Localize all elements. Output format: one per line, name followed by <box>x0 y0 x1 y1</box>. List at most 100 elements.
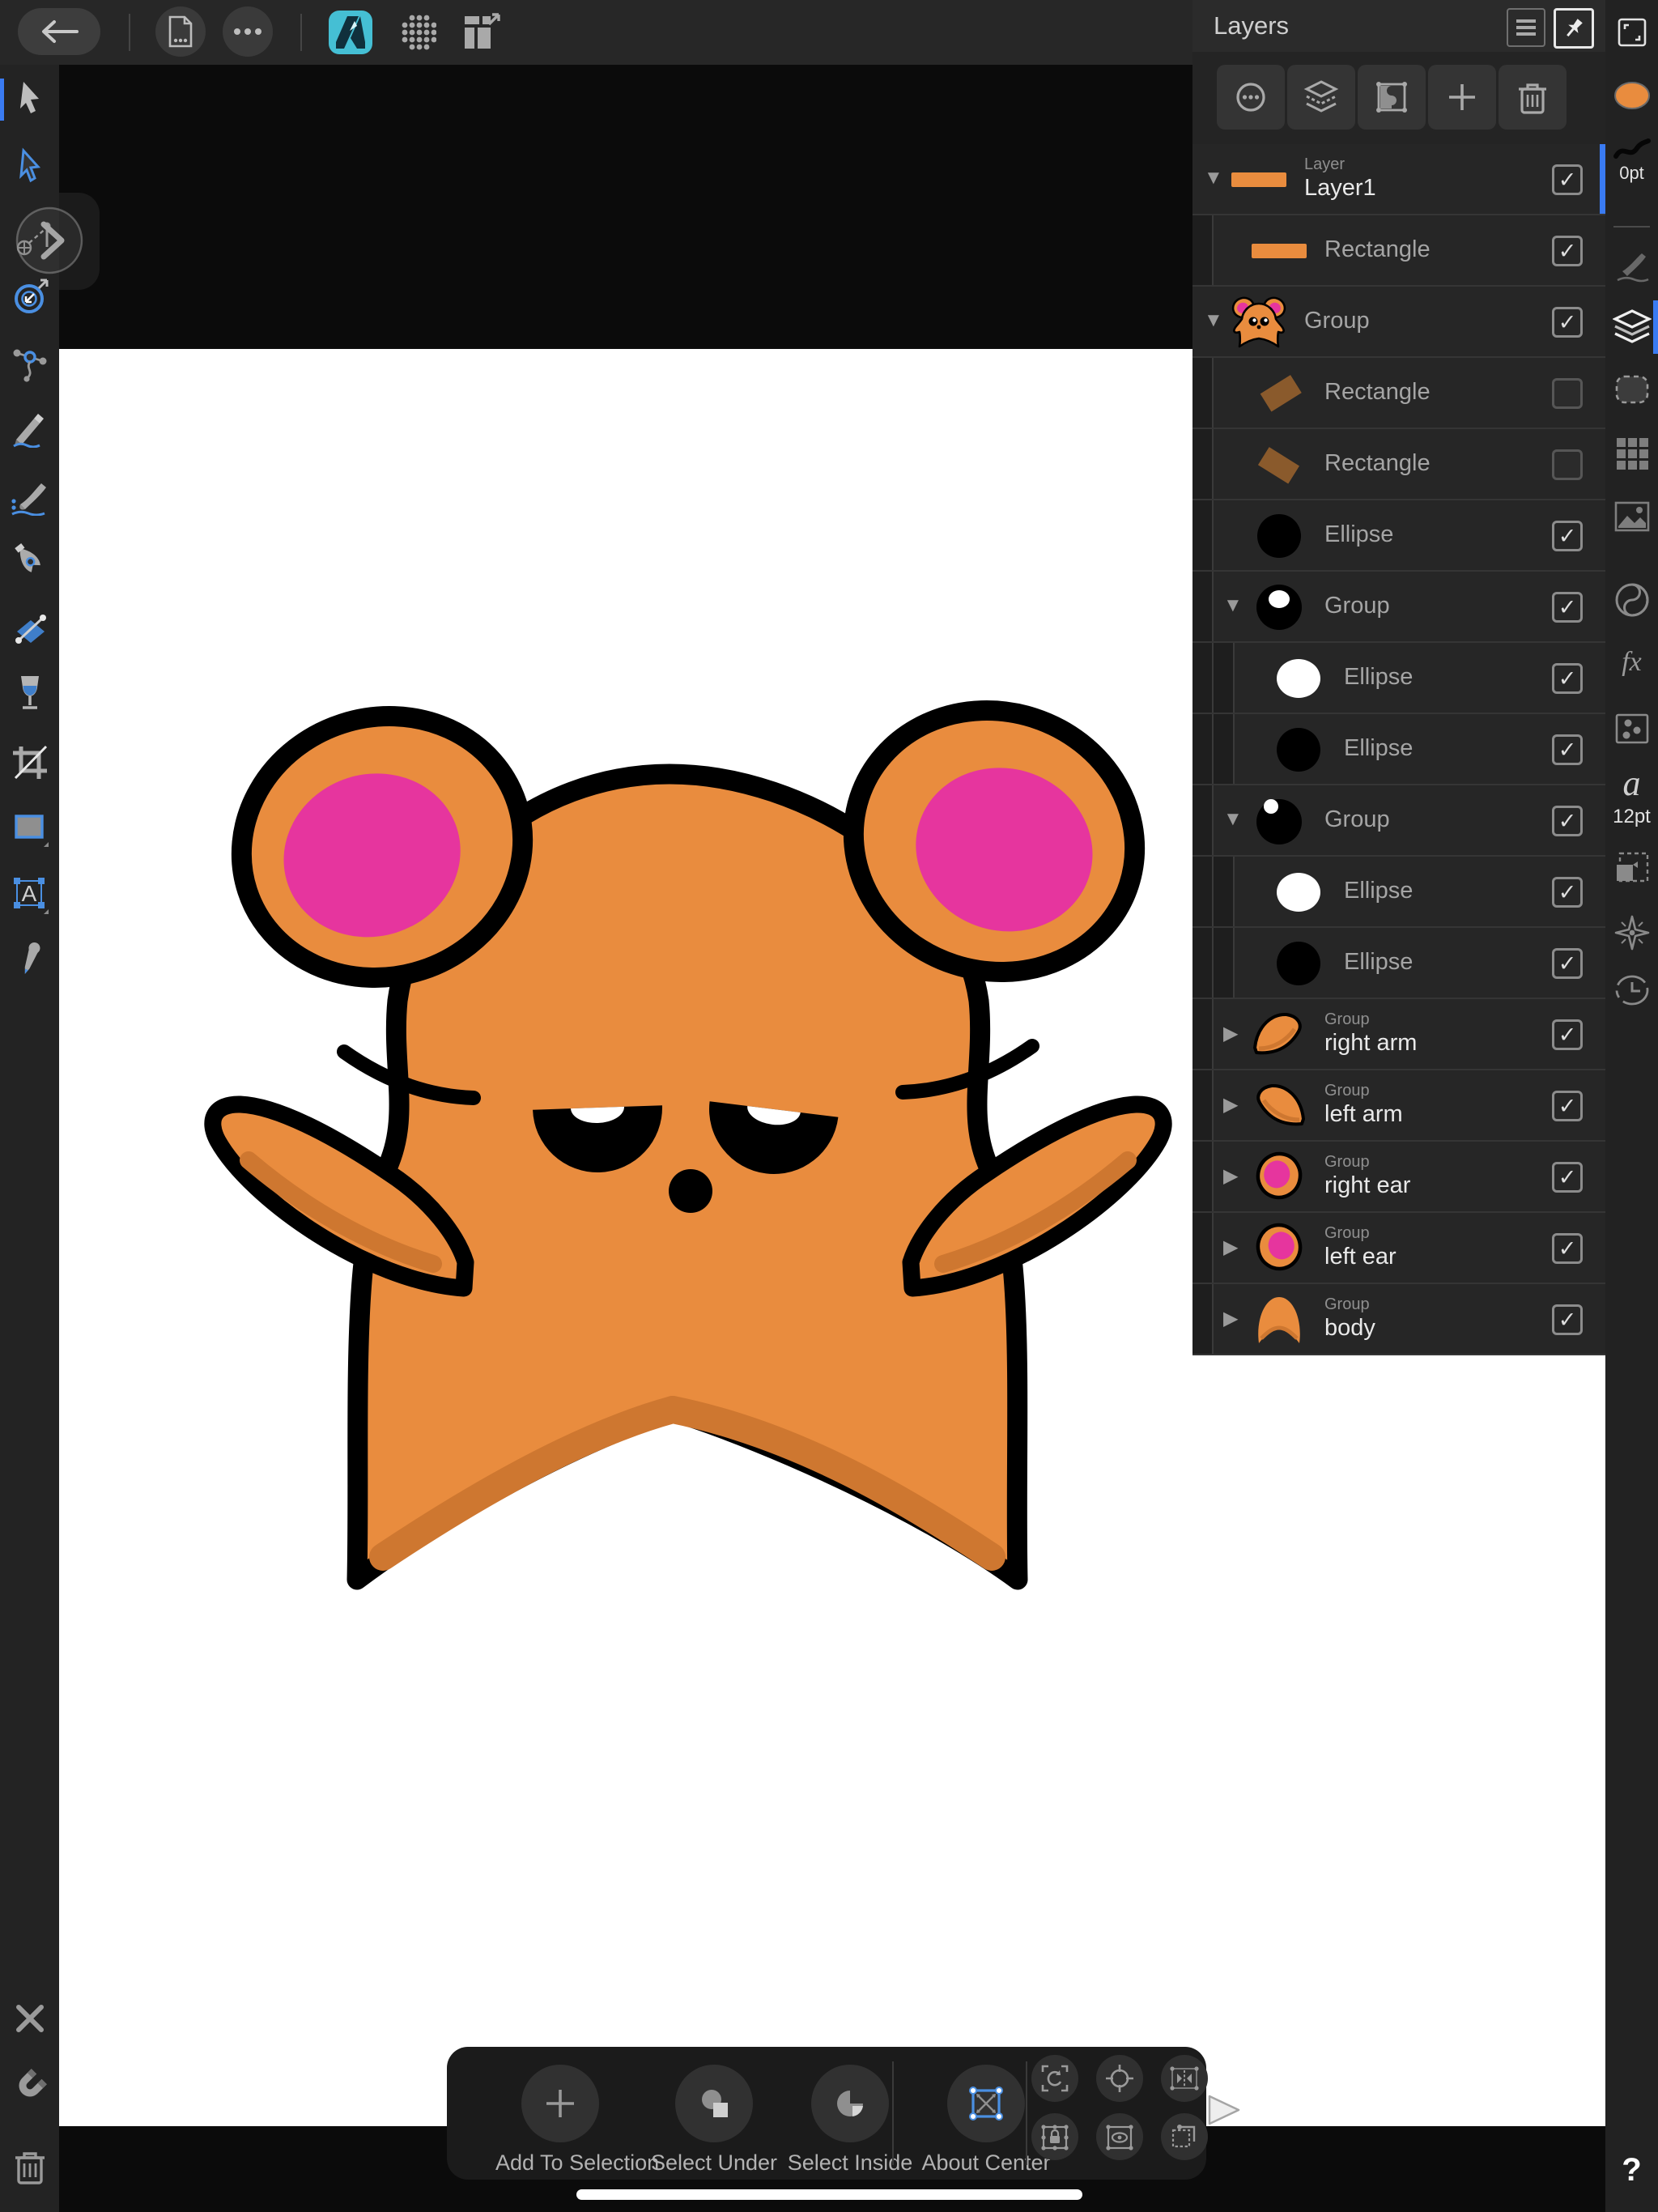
flip-button[interactable] <box>1161 2055 1208 2102</box>
visibility-button[interactable] <box>1096 2113 1143 2160</box>
visibility-checkbox[interactable]: ✓ <box>1552 1304 1583 1335</box>
list-options-button[interactable] <box>1507 8 1545 47</box>
stack-button[interactable] <box>1287 65 1355 130</box>
tool-drawer-handle[interactable] <box>11 202 87 279</box>
layer-row-ellipse[interactable]: Ellipse✓ <box>1192 928 1605 999</box>
point-transform-tool[interactable] <box>0 271 59 323</box>
trash-button[interactable] <box>1499 65 1567 130</box>
visibility-checkbox[interactable]: ✓ <box>1552 1091 1583 1121</box>
visibility-checkbox[interactable] <box>1552 378 1583 409</box>
collapse-triangle-icon[interactable]: ▼ <box>1223 808 1243 831</box>
layer-row-ellipse[interactable]: Ellipse✓ <box>1192 500 1605 572</box>
layer-row-left-ear[interactable]: ▶Groupleft ear✓ <box>1192 1213 1605 1284</box>
active-color-swatch[interactable] <box>1605 65 1658 126</box>
snapping-tool[interactable] <box>0 2060 59 2112</box>
visibility-checkbox[interactable]: ✓ <box>1552 307 1583 338</box>
expand-triangle-icon[interactable]: ▶ <box>1223 1236 1238 1259</box>
move-tool[interactable] <box>0 71 59 123</box>
back-button[interactable] <box>18 8 100 55</box>
effects-studio-button[interactable]: fx <box>1605 632 1658 693</box>
navigator-studio-button[interactable] <box>1605 902 1658 963</box>
collapse-triangle-icon[interactable]: ▼ <box>1223 594 1243 617</box>
visibility-checkbox[interactable]: ✓ <box>1552 948 1583 979</box>
visibility-checkbox[interactable]: ✓ <box>1552 521 1583 551</box>
visibility-checkbox[interactable]: ✓ <box>1552 806 1583 836</box>
visibility-checkbox[interactable]: ✓ <box>1552 1233 1583 1264</box>
expand-triangle-icon[interactable]: ▶ <box>1223 1022 1238 1045</box>
affinity-designer-button[interactable] <box>328 10 373 55</box>
swatches-studio-button[interactable] <box>1605 423 1658 484</box>
help-button[interactable]: ? <box>1605 2139 1658 2201</box>
collapse-triangle-icon[interactable]: ▼ <box>1204 309 1223 332</box>
visibility-checkbox[interactable] <box>1552 449 1583 480</box>
stock-studio-button[interactable] <box>1605 486 1658 547</box>
brush-studio-button[interactable] <box>1605 234 1658 296</box>
shape-tool[interactable] <box>0 802 59 854</box>
layer-row-rectangle[interactable]: Rectangle <box>1192 429 1605 500</box>
layer-row-ellipse[interactable]: Ellipse✓ <box>1192 857 1605 928</box>
layer-row-rectangle[interactable]: Rectangle <box>1192 358 1605 429</box>
visibility-checkbox[interactable]: ✓ <box>1552 663 1583 694</box>
stroke-style-button[interactable]: 0pt <box>1605 130 1658 191</box>
about-center-button[interactable]: About Center <box>921 2047 1051 2180</box>
layer-row-layer1[interactable]: ▼LayerLayer1✓ <box>1192 144 1605 215</box>
layout-button[interactable] <box>458 10 504 55</box>
node-tool[interactable] <box>0 139 59 191</box>
visibility-checkbox[interactable]: ✓ <box>1552 877 1583 908</box>
delete-tool[interactable] <box>0 2141 59 2193</box>
visibility-checkbox[interactable]: ✓ <box>1552 1162 1583 1193</box>
text-tool[interactable]: A <box>0 868 59 920</box>
select-under-button[interactable]: Select Under <box>649 2047 779 2180</box>
color-studio-button[interactable] <box>1605 569 1658 631</box>
layer-row-right-ear[interactable]: ▶Groupright ear✓ <box>1192 1142 1605 1213</box>
document-button[interactable] <box>155 6 206 57</box>
pen-node-tool[interactable] <box>0 337 59 389</box>
crop-tool[interactable] <box>0 736 59 788</box>
visibility-checkbox[interactable]: ✓ <box>1552 592 1583 623</box>
visibility-checkbox[interactable]: ✓ <box>1552 236 1583 266</box>
home-indicator[interactable] <box>576 2189 1082 2200</box>
duplicate-button[interactable] <box>1161 2113 1208 2160</box>
history-studio-button[interactable] <box>1605 959 1658 1021</box>
layer-row-group[interactable]: ▼Group✓ <box>1192 572 1605 643</box>
cancel-tool[interactable] <box>0 1993 59 2044</box>
visibility-checkbox[interactable]: ✓ <box>1552 1019 1583 1050</box>
add-button[interactable] <box>1428 65 1496 130</box>
brush-tool[interactable] <box>0 470 59 522</box>
layer-row-rectangle[interactable]: Rectangle✓ <box>1192 215 1605 287</box>
adjustments-studio-button[interactable] <box>1605 698 1658 759</box>
layers-studio-button[interactable] <box>1605 296 1658 358</box>
layer-row-ellipse[interactable]: Ellipse✓ <box>1192 643 1605 714</box>
eyedropper-tool[interactable] <box>0 934 59 986</box>
expand-triangle-icon[interactable]: ▶ <box>1223 1164 1238 1188</box>
target-button[interactable] <box>1096 2055 1143 2102</box>
dots-grid-button[interactable] <box>395 10 440 55</box>
expand-triangle-icon[interactable]: ▶ <box>1223 1093 1238 1117</box>
expand-triangle-icon[interactable]: ▶ <box>1223 1307 1238 1330</box>
gradient-tool[interactable] <box>0 603 59 655</box>
transparency-tool[interactable] <box>0 666 59 718</box>
fullscreen-button[interactable] <box>1605 2 1658 63</box>
options-button[interactable] <box>1217 65 1285 130</box>
layer-row-ellipse[interactable]: Ellipse✓ <box>1192 714 1605 785</box>
lock-button[interactable] <box>1031 2113 1078 2160</box>
add-to-selection-button[interactable]: Add To Selection <box>495 2047 625 2180</box>
select-inside-button[interactable]: Select Inside <box>785 2047 915 2180</box>
layer-row-body[interactable]: ▶Groupbody✓ <box>1192 1284 1605 1355</box>
pencil-tool[interactable] <box>0 402 59 454</box>
selection-studio-button[interactable] <box>1605 359 1658 420</box>
transform-studio-button[interactable] <box>1605 837 1658 899</box>
vector-pen-tool[interactable] <box>0 534 59 585</box>
mask-button[interactable] <box>1358 65 1426 130</box>
layer-row-left-arm[interactable]: ▶Groupleft arm✓ <box>1192 1070 1605 1142</box>
more-button[interactable] <box>223 6 273 57</box>
visibility-checkbox[interactable]: ✓ <box>1552 734 1583 765</box>
visibility-checkbox[interactable]: ✓ <box>1552 164 1583 195</box>
layer-row-group[interactable]: ▼Group✓ <box>1192 287 1605 358</box>
pin-button[interactable] <box>1554 8 1594 49</box>
layer-row-group[interactable]: ▼Group✓ <box>1192 785 1605 857</box>
collapse-triangle-icon[interactable]: ▼ <box>1204 167 1223 189</box>
layer-row-right-arm[interactable]: ▶Groupright arm✓ <box>1192 999 1605 1070</box>
rotate-selection-button[interactable] <box>1031 2055 1078 2102</box>
play-handle[interactable] <box>1206 2094 1242 2126</box>
